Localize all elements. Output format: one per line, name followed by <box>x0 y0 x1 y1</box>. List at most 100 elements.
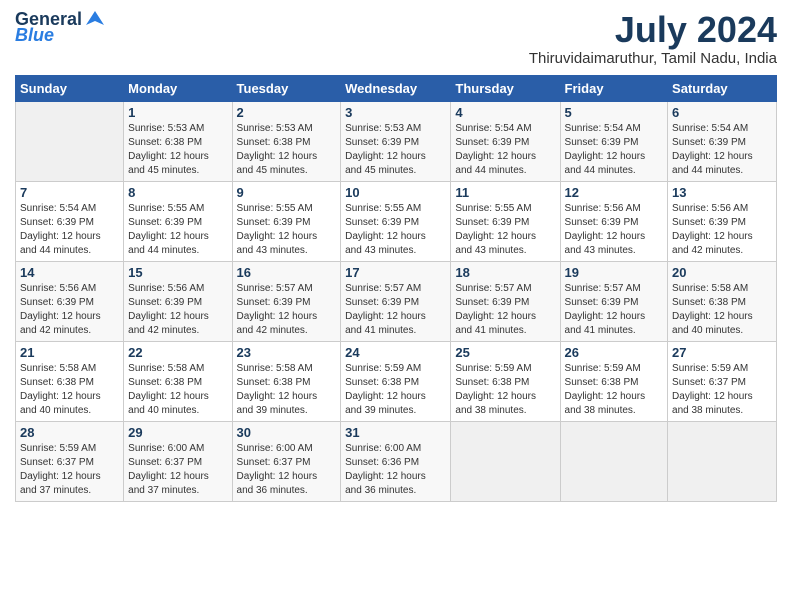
calendar-cell: 1Sunrise: 5:53 AM Sunset: 6:38 PM Daylig… <box>124 101 232 181</box>
calendar-cell: 28Sunrise: 5:59 AM Sunset: 6:37 PM Dayli… <box>16 421 124 501</box>
day-number: 7 <box>20 185 119 200</box>
calendar-cell: 23 Sunrise: 5:58 AM Sunset: 6:38 PM Dayli… <box>232 341 341 421</box>
calendar-week-row: 21 Sunrise: 5:58 AM Sunset: 6:38 PM Dayli… <box>16 341 777 421</box>
day-number: 6 <box>672 105 772 120</box>
calendar-cell: 31 Sunrise: 6:00 AM Sunset: 6:36 PM Dayli… <box>341 421 451 501</box>
day-info: Sunrise: 5:57 AM Sunset: 6:39 PM Dayligh… <box>237 282 337 338</box>
calendar-cell: 7 Sunrise: 5:54 AM Sunset: 6:39 PM Daylig… <box>16 181 124 261</box>
day-number: 21 <box>20 345 119 360</box>
page-header: General Blue July 2024 Thiruvidaimaruthu… <box>15 10 777 67</box>
day-number: 13 <box>672 185 772 200</box>
day-number: 30 <box>237 425 337 440</box>
day-number: 27 <box>672 345 772 360</box>
day-number: 17 <box>345 265 446 280</box>
day-number: 8 <box>128 185 227 200</box>
calendar-week-row: 1Sunrise: 5:53 AM Sunset: 6:38 PM Daylig… <box>16 101 777 181</box>
day-number: 10 <box>345 185 446 200</box>
calendar-cell: 3 Sunrise: 5:53 AM Sunset: 6:39 PM Daylig… <box>341 101 451 181</box>
day-number: 18 <box>455 265 555 280</box>
calendar-table: SundayMondayTuesdayWednesdayThursdayFrid… <box>15 75 777 502</box>
location-subtitle: Thiruvidaimaruthur, Tamil Nadu, India <box>529 50 777 67</box>
day-number: 31 <box>345 425 446 440</box>
day-number: 2 <box>237 105 337 120</box>
calendar-cell: 19Sunrise: 5:57 AM Sunset: 6:39 PM Dayli… <box>560 261 668 341</box>
calendar-cell <box>560 421 668 501</box>
month-year-title: July 2024 <box>529 10 777 50</box>
day-info: Sunrise: 5:57 AM Sunset: 6:39 PM Dayligh… <box>455 282 555 338</box>
calendar-cell: 20 Sunrise: 5:58 AM Sunset: 6:38 PM Dayli… <box>668 261 777 341</box>
calendar-cell: 6 Sunrise: 5:54 AM Sunset: 6:39 PM Daylig… <box>668 101 777 181</box>
day-info: Sunrise: 5:53 AM Sunset: 6:38 PM Dayligh… <box>237 122 337 178</box>
day-number: 28 <box>20 425 119 440</box>
day-number: 24 <box>345 345 446 360</box>
day-info: Sunrise: 5:57 AM Sunset: 6:39 PM Dayligh… <box>345 282 446 338</box>
calendar-cell: 14 Sunrise: 5:56 AM Sunset: 6:39 PM Dayli… <box>16 261 124 341</box>
calendar-week-row: 28Sunrise: 5:59 AM Sunset: 6:37 PM Dayli… <box>16 421 777 501</box>
calendar-cell <box>16 101 124 181</box>
calendar-cell: 9Sunrise: 5:55 AM Sunset: 6:39 PM Daylig… <box>232 181 341 261</box>
logo-bird-icon <box>84 7 106 29</box>
day-info: Sunrise: 5:59 AM Sunset: 6:37 PM Dayligh… <box>672 362 772 418</box>
calendar-week-row: 7 Sunrise: 5:54 AM Sunset: 6:39 PM Daylig… <box>16 181 777 261</box>
day-info: Sunrise: 5:59 AM Sunset: 6:38 PM Dayligh… <box>455 362 555 418</box>
day-info: Sunrise: 5:54 AM Sunset: 6:39 PM Dayligh… <box>20 202 119 258</box>
day-info: Sunrise: 5:54 AM Sunset: 6:39 PM Dayligh… <box>565 122 664 178</box>
calendar-cell: 13 Sunrise: 5:56 AM Sunset: 6:39 PM Dayli… <box>668 181 777 261</box>
logo: General Blue <box>15 10 106 46</box>
day-number: 20 <box>672 265 772 280</box>
day-info: Sunrise: 5:56 AM Sunset: 6:39 PM Dayligh… <box>128 282 227 338</box>
calendar-header-row: SundayMondayTuesdayWednesdayThursdayFrid… <box>16 75 777 101</box>
calendar-cell: 17 Sunrise: 5:57 AM Sunset: 6:39 PM Dayli… <box>341 261 451 341</box>
calendar-header-cell: Thursday <box>451 75 560 101</box>
day-info: Sunrise: 6:00 AM Sunset: 6:36 PM Dayligh… <box>345 442 446 498</box>
day-number: 16 <box>237 265 337 280</box>
day-info: Sunrise: 5:56 AM Sunset: 6:39 PM Dayligh… <box>565 202 664 258</box>
day-number: 25 <box>455 345 555 360</box>
day-number: 12 <box>565 185 664 200</box>
day-number: 26 <box>565 345 664 360</box>
day-number: 5 <box>565 105 664 120</box>
calendar-header-cell: Sunday <box>16 75 124 101</box>
calendar-header-cell: Wednesday <box>341 75 451 101</box>
day-info: Sunrise: 5:56 AM Sunset: 6:39 PM Dayligh… <box>672 202 772 258</box>
day-info: Sunrise: 5:54 AM Sunset: 6:39 PM Dayligh… <box>672 122 772 178</box>
calendar-header-cell: Monday <box>124 75 232 101</box>
calendar-header-cell: Saturday <box>668 75 777 101</box>
calendar-cell: 16 Sunrise: 5:57 AM Sunset: 6:39 PM Dayli… <box>232 261 341 341</box>
day-number: 14 <box>20 265 119 280</box>
day-info: Sunrise: 5:56 AM Sunset: 6:39 PM Dayligh… <box>20 282 119 338</box>
title-block: July 2024 Thiruvidaimaruthur, Tamil Nadu… <box>529 10 777 67</box>
calendar-header-cell: Tuesday <box>232 75 341 101</box>
calendar-cell: 15 Sunrise: 5:56 AM Sunset: 6:39 PM Dayli… <box>124 261 232 341</box>
day-number: 15 <box>128 265 227 280</box>
day-info: Sunrise: 5:54 AM Sunset: 6:39 PM Dayligh… <box>455 122 555 178</box>
day-info: Sunrise: 5:58 AM Sunset: 6:38 PM Dayligh… <box>128 362 227 418</box>
day-info: Sunrise: 5:53 AM Sunset: 6:39 PM Dayligh… <box>345 122 446 178</box>
calendar-body: 1Sunrise: 5:53 AM Sunset: 6:38 PM Daylig… <box>16 101 777 501</box>
calendar-cell: 4 Sunrise: 5:54 AM Sunset: 6:39 PM Daylig… <box>451 101 560 181</box>
day-number: 3 <box>345 105 446 120</box>
day-number: 19 <box>565 265 664 280</box>
day-number: 23 <box>237 345 337 360</box>
calendar-cell: 24 Sunrise: 5:59 AM Sunset: 6:38 PM Dayli… <box>341 341 451 421</box>
day-info: Sunrise: 5:58 AM Sunset: 6:38 PM Dayligh… <box>672 282 772 338</box>
calendar-header-cell: Friday <box>560 75 668 101</box>
day-info: Sunrise: 5:59 AM Sunset: 6:38 PM Dayligh… <box>345 362 446 418</box>
day-number: 22 <box>128 345 227 360</box>
calendar-cell: 26 Sunrise: 5:59 AM Sunset: 6:38 PM Dayli… <box>560 341 668 421</box>
calendar-cell: 18 Sunrise: 5:57 AM Sunset: 6:39 PM Dayli… <box>451 261 560 341</box>
calendar-cell <box>451 421 560 501</box>
day-number: 11 <box>455 185 555 200</box>
day-info: Sunrise: 5:59 AM Sunset: 6:38 PM Dayligh… <box>565 362 664 418</box>
calendar-cell: 11Sunrise: 5:55 AM Sunset: 6:39 PM Dayli… <box>451 181 560 261</box>
calendar-cell: 25 Sunrise: 5:59 AM Sunset: 6:38 PM Dayli… <box>451 341 560 421</box>
calendar-cell: 8 Sunrise: 5:55 AM Sunset: 6:39 PM Daylig… <box>124 181 232 261</box>
day-info: Sunrise: 5:55 AM Sunset: 6:39 PM Dayligh… <box>237 202 337 258</box>
day-info: Sunrise: 5:58 AM Sunset: 6:38 PM Dayligh… <box>237 362 337 418</box>
day-number: 4 <box>455 105 555 120</box>
calendar-cell: 29Sunrise: 6:00 AM Sunset: 6:37 PM Dayli… <box>124 421 232 501</box>
calendar-week-row: 14 Sunrise: 5:56 AM Sunset: 6:39 PM Dayli… <box>16 261 777 341</box>
day-info: Sunrise: 6:00 AM Sunset: 6:37 PM Dayligh… <box>128 442 227 498</box>
day-info: Sunrise: 5:55 AM Sunset: 6:39 PM Dayligh… <box>128 202 227 258</box>
calendar-cell: 2 Sunrise: 5:53 AM Sunset: 6:38 PM Daylig… <box>232 101 341 181</box>
